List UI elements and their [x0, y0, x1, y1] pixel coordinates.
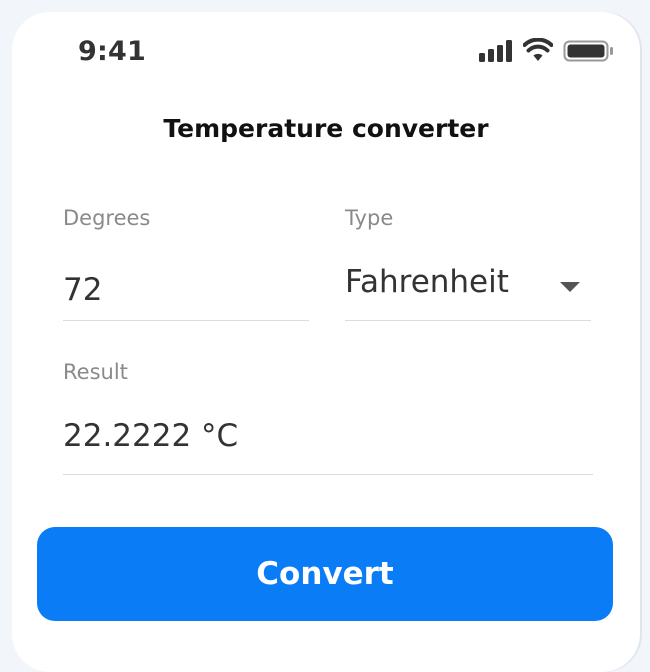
degrees-underline	[63, 320, 309, 321]
battery-icon	[563, 40, 613, 62]
type-label: Type	[345, 206, 394, 230]
phone-screen: 9:41 Temperature converter Degrees Type	[12, 12, 640, 672]
status-icons	[479, 38, 619, 64]
type-selected-value: Fahrenheit	[345, 264, 509, 300]
type-select[interactable]: Fahrenheit	[345, 262, 591, 318]
result-label: Result	[63, 360, 128, 384]
chevron-down-icon	[560, 282, 580, 292]
type-underline	[345, 320, 591, 321]
page-title: Temperature converter	[163, 114, 489, 143]
degrees-input[interactable]	[63, 262, 309, 318]
result-value: 22.2222 °C	[63, 418, 239, 454]
wifi-icon	[523, 38, 553, 61]
signal-icon	[479, 40, 512, 62]
status-time: 9:41	[78, 36, 146, 67]
degrees-label: Degrees	[63, 206, 151, 230]
convert-button[interactable]: Convert	[37, 527, 613, 621]
result-underline	[63, 474, 593, 475]
status-bar: 9:41	[12, 12, 640, 92]
